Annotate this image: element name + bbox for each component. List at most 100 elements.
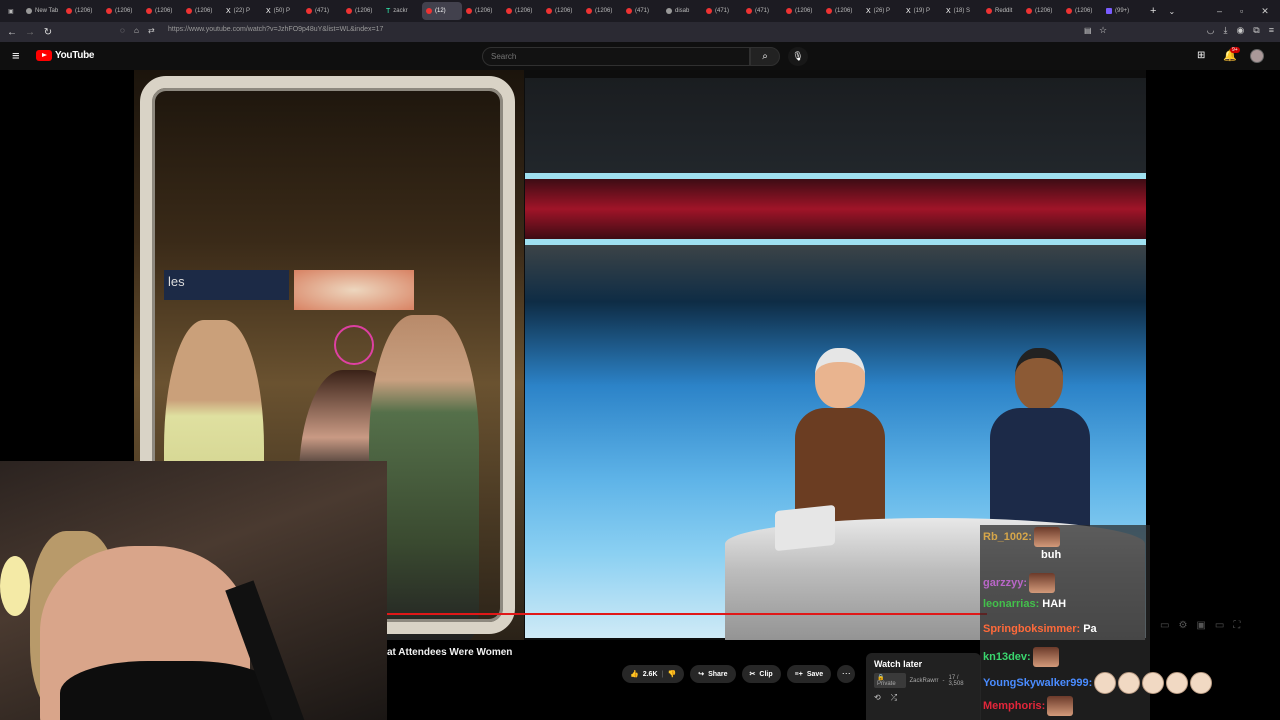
yt-favicon-icon (586, 8, 592, 14)
browser-tab[interactable]: (1206) (822, 2, 862, 20)
chat-text: HAH (1042, 598, 1067, 610)
browser-tab[interactable]: X (50) P (262, 2, 302, 20)
more-actions-icon[interactable]: ⋯ (837, 665, 856, 683)
browser-tab[interactable]: X (19) P (902, 2, 942, 20)
browser-tab[interactable]: X (18) S (942, 2, 982, 20)
hamburger-menu-icon[interactable]: ≡ (12, 48, 20, 63)
chat-username[interactable]: leonarrias: (983, 598, 1039, 610)
search-input[interactable] (482, 47, 750, 66)
chat-username[interactable]: garzzyy: (983, 577, 1027, 589)
account-icon[interactable]: ◉ (1236, 25, 1244, 36)
close-window-button[interactable]: ✕ (1261, 6, 1269, 17)
browser-tab[interactable]: (1206) (462, 2, 502, 20)
chat-username[interactable]: Rb_1002: (983, 531, 1032, 543)
playlist-controls: ⟲ ⤮ (874, 693, 973, 703)
theater-mode-icon[interactable]: ▭ (1215, 620, 1224, 631)
shield-icon[interactable]: ◌ (120, 26, 125, 35)
clip-button[interactable]: ✂ Clip (741, 665, 781, 683)
app-menu-icon[interactable]: ≡ (1269, 25, 1274, 36)
browser-tab[interactable]: (1206) (342, 2, 382, 20)
settings-gear-icon[interactable]: ⚙ (1178, 620, 1187, 631)
video-actions: 👍 2.6K | 👎 ↪ Share ✂ Clip ≡+ Save ⋯ (622, 665, 856, 683)
chat-username[interactable]: Springboksimmer: (983, 623, 1080, 635)
browser-tab[interactable]: (1206) (782, 2, 822, 20)
yt-favicon-icon (186, 8, 192, 14)
create-video-icon[interactable]: ⊞ (1197, 50, 1205, 61)
search-button[interactable]: ⌕ (750, 47, 780, 66)
minimize-button[interactable]: – (1217, 6, 1222, 16)
player-right-controls: ▭ ⚙ ▣ ▭ ⛶ (1160, 620, 1240, 631)
browser-tab[interactable]: (1206) (582, 2, 622, 20)
yt-favicon-icon (426, 8, 432, 14)
like-button[interactable]: 👍 2.6K | 👎 (622, 665, 685, 683)
browser-tab[interactable]: (1206) (542, 2, 582, 20)
back-button[interactable]: ← (3, 27, 21, 38)
browser-tab[interactable]: (1206) (502, 2, 542, 20)
browser-tab[interactable]: (471) (702, 2, 742, 20)
browser-tab[interactable]: (1206) (1062, 2, 1102, 20)
playlist-add-icon: ≡+ (794, 670, 803, 678)
chat-username[interactable]: kn13dev: (983, 651, 1031, 663)
thumbs-down-icon[interactable]: 👎 (667, 670, 676, 678)
forward-button[interactable]: → (21, 27, 39, 38)
pocket-icon[interactable]: ◡ (1207, 25, 1215, 36)
lock-icon[interactable]: ⌂ (134, 26, 139, 35)
browser-tab[interactable]: New Tab (22, 2, 62, 20)
browser-tab[interactable]: X (22) P (222, 2, 262, 20)
downloads-icon[interactable]: ⤓ (1223, 25, 1227, 36)
youtube-logo[interactable]: YouTube (36, 50, 95, 61)
permissions-icon[interactable]: ⇄ (148, 26, 155, 35)
reader-view-icon[interactable]: ▤ (1084, 26, 1092, 35)
tab-label: (1206) (835, 8, 853, 14)
share-button[interactable]: ↪ Share (690, 665, 736, 683)
yt-favicon-icon (826, 8, 832, 14)
browser-tab[interactable]: disab (662, 2, 702, 20)
browser-tab[interactable]: Tzackr (382, 2, 422, 20)
playlist-title[interactable]: Watch later (874, 659, 973, 669)
browser-tab[interactable]: (1206) (1022, 2, 1062, 20)
share-icon: ↪ (698, 671, 705, 678)
bookmark-star-icon[interactable]: ☆ (1099, 25, 1107, 36)
youtube-header: ≡ YouTube ⌕ 🎙 ⊞ 🔔 9+ (0, 42, 1280, 70)
extensions-icon[interactable]: ⧉ (1253, 25, 1259, 36)
browser-tab[interactable]: (1206) (62, 2, 102, 20)
browser-tab[interactable]: (471) (742, 2, 782, 20)
browser-tab[interactable]: (471) (302, 2, 342, 20)
browser-tab[interactable]: (1206) (102, 2, 142, 20)
thumbs-up-icon: 👍 (630, 671, 639, 678)
shuffle-icon[interactable]: ⤮ (891, 693, 897, 703)
loop-icon[interactable]: ⟲ (874, 693, 881, 703)
video-progress-bar[interactable] (387, 613, 988, 615)
save-label: Save (806, 670, 824, 678)
url-bar[interactable]: https://www.youtube.com/watch?v=JzhFO9p4… (168, 26, 383, 33)
playlist-position: 17 / 3,508 (948, 674, 964, 687)
miniplayer-icon[interactable]: ▣ (1196, 620, 1205, 631)
tab-label: (22) P (233, 8, 251, 14)
tab-label: (1206) (355, 8, 373, 14)
chat-message: YoungSkywalker999: (983, 672, 1213, 694)
playlist-panel[interactable]: Watch later 🔒 Private ZackRawrr - 17 / 3… (866, 653, 981, 720)
subtitles-icon[interactable]: ▭ (1160, 620, 1169, 631)
tab-label: (1206) (1075, 8, 1093, 14)
browser-tab[interactable]: (1206) (142, 2, 182, 20)
new-tab-button[interactable]: + (1150, 5, 1156, 17)
fullscreen-icon[interactable]: ⛶ (1233, 620, 1240, 631)
playlist-owner[interactable]: ZackRawrr (910, 678, 939, 684)
browser-tab[interactable]: (1206) (182, 2, 222, 20)
maximize-button[interactable]: ▫ (1240, 6, 1243, 16)
tab-label: (1206) (515, 8, 533, 14)
browser-tab[interactable]: (471) (622, 2, 662, 20)
tab-list-icon[interactable]: ▣ (4, 2, 22, 20)
browser-tab[interactable]: Reddit (982, 2, 1022, 20)
user-avatar[interactable] (1250, 49, 1264, 63)
save-button[interactable]: ≡+ Save (786, 665, 832, 683)
voice-search-mic-icon[interactable]: 🎙 (788, 47, 808, 66)
chat-username[interactable]: Memphoris: (983, 700, 1045, 712)
browser-tab[interactable]: X (26) P (862, 2, 902, 20)
browser-tab[interactable]: (12) (422, 2, 462, 20)
tab-label: (1206) (115, 8, 133, 14)
tab-overflow-icon[interactable]: ⌄ (1168, 7, 1175, 16)
browser-tab[interactable]: (99+) (1102, 2, 1142, 20)
reload-button[interactable]: ↻ (39, 27, 57, 38)
chat-username[interactable]: YoungSkywalker999: (983, 677, 1092, 689)
